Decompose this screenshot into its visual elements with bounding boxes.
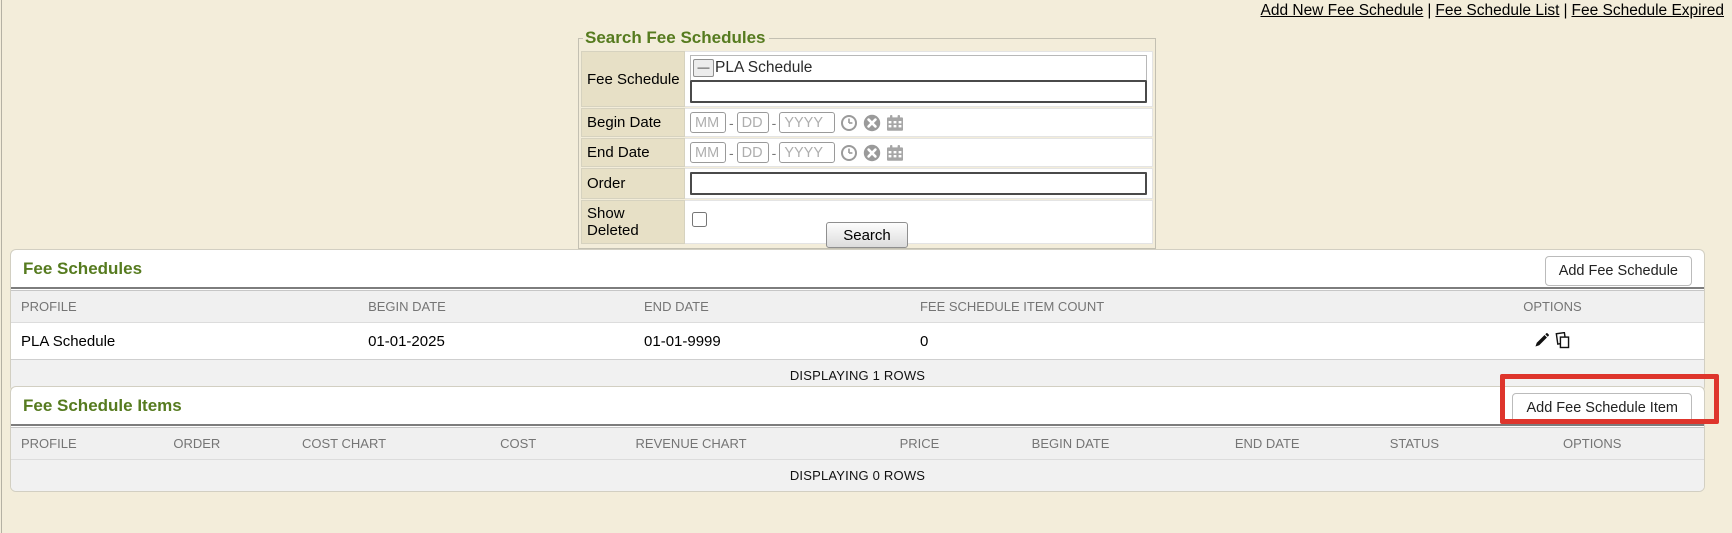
fee-schedule-field: — PLA Schedule (685, 51, 1153, 107)
calendar-icon[interactable] (886, 114, 904, 132)
cell-profile: PLA Schedule (11, 323, 358, 360)
clear-date-icon[interactable] (863, 114, 881, 132)
edit-pencil-icon[interactable] (1533, 332, 1551, 350)
col-status: STATUS (1348, 428, 1480, 460)
date-separator: - (729, 115, 734, 131)
link-separator: | (1563, 2, 1567, 19)
col-revenue-chart: REVENUE CHART (626, 428, 890, 460)
fee-schedules-panel: Fee Schedules Add Fee Schedule PROFILE B… (10, 249, 1705, 392)
cell-item-count: 0 (910, 323, 1401, 360)
fee-schedule-page: { "page": { "background": "#f3edda", "ac… (0, 0, 1732, 533)
begin-date-month-input[interactable] (690, 112, 726, 133)
clear-date-icon[interactable] (863, 144, 881, 162)
clock-icon[interactable] (840, 144, 858, 162)
fee-schedule-items-title: Fee Schedule Items (23, 396, 182, 416)
order-row: Order (581, 168, 1153, 199)
clock-icon[interactable] (840, 114, 858, 132)
fee-schedules-header-row: PROFILE BEGIN DATE END DATE FEE SCHEDULE… (11, 291, 1704, 323)
tree-collapse-button[interactable]: — (693, 59, 714, 77)
add-fee-schedule-button[interactable]: Add Fee Schedule (1545, 256, 1692, 286)
page-left-ruler (0, 0, 2, 533)
fee-schedules-header: Fee Schedules Add Fee Schedule (11, 250, 1704, 287)
fee-schedule-items-header: Fee Schedule Items Add Fee Schedule Item (11, 387, 1704, 424)
begin-date-year-input[interactable] (779, 112, 835, 133)
col-cost-chart: COST CHART (292, 428, 490, 460)
fee-schedule-items-panel: Fee Schedule Items Add Fee Schedule Item… (10, 386, 1705, 492)
end-date-day-input[interactable] (737, 142, 769, 163)
col-profile: PROFILE (11, 428, 163, 460)
fee-schedule-list-link[interactable]: Fee Schedule List (1435, 2, 1559, 19)
add-new-fee-schedule-link[interactable]: Add New Fee Schedule (1260, 2, 1423, 19)
fee-schedule-table-row: PLA Schedule 01-01-2025 01-01-9999 0 (11, 323, 1704, 360)
link-separator: | (1427, 2, 1431, 19)
col-cost: COST (490, 428, 625, 460)
date-separator: - (772, 145, 777, 161)
fee-schedules-title: Fee Schedules (23, 259, 142, 279)
col-price: PRICE (890, 428, 1022, 460)
col-order: ORDER (163, 428, 292, 460)
fee-schedule-tree: — PLA Schedule (690, 55, 1147, 80)
fee-schedule-items-footer-row: DISPLAYING 0 ROWS (11, 460, 1704, 492)
fee-schedule-row: Fee Schedule — PLA Schedule (581, 51, 1153, 107)
fee-schedules-table: PROFILE BEGIN DATE END DATE FEE SCHEDULE… (11, 291, 1704, 391)
copy-icon[interactable] (1554, 332, 1572, 350)
end-date-year-input[interactable] (779, 142, 835, 163)
end-date-month-input[interactable] (690, 142, 726, 163)
fee-schedule-items-row-count: DISPLAYING 0 ROWS (11, 460, 1704, 492)
col-end-date: END DATE (634, 291, 910, 323)
begin-date-label: Begin Date (581, 108, 685, 137)
order-input[interactable] (690, 172, 1147, 195)
fee-schedule-items-header-row: PROFILE ORDER COST CHART COST REVENUE CH… (11, 428, 1704, 460)
begin-date-row: Begin Date - - (581, 108, 1153, 137)
begin-date-day-input[interactable] (737, 112, 769, 133)
order-field (685, 168, 1153, 199)
end-date-field: - - (685, 138, 1153, 167)
col-profile: PROFILE (11, 291, 358, 323)
col-item-count: FEE SCHEDULE ITEM COUNT (910, 291, 1401, 323)
begin-date-field: - - (685, 108, 1153, 137)
col-options: OPTIONS (1480, 428, 1704, 460)
col-options: OPTIONS (1401, 291, 1704, 323)
cell-options (1401, 323, 1704, 360)
end-date-label: End Date (581, 138, 685, 167)
tree-item-pla-schedule[interactable]: PLA Schedule (715, 59, 812, 77)
add-fee-schedule-item-button[interactable]: Add Fee Schedule Item (1512, 393, 1692, 423)
end-date-row: End Date - - (581, 138, 1153, 167)
search-fee-schedules-form: Search Fee Schedules Fee Schedule — PLA … (578, 28, 1156, 249)
order-label: Order (581, 168, 685, 199)
date-separator: - (772, 115, 777, 131)
col-begin-date: BEGIN DATE (358, 291, 634, 323)
cell-end-date: 01-01-9999 (634, 323, 910, 360)
fee-schedule-label: Fee Schedule (581, 51, 685, 107)
col-begin-date: BEGIN DATE (1022, 428, 1225, 460)
search-button-container: Search (578, 222, 1156, 248)
search-form-table: Fee Schedule — PLA Schedule Begin Date -… (581, 50, 1153, 245)
cell-begin-date: 01-01-2025 (358, 323, 634, 360)
col-end-date: END DATE (1225, 428, 1349, 460)
search-button[interactable]: Search (826, 222, 908, 248)
fee-schedule-items-table: PROFILE ORDER COST CHART COST REVENUE CH… (11, 428, 1704, 491)
calendar-icon[interactable] (886, 144, 904, 162)
fee-schedule-expired-link[interactable]: Fee Schedule Expired (1571, 2, 1724, 19)
fee-schedule-input[interactable] (690, 80, 1147, 103)
date-separator: - (729, 145, 734, 161)
top-nav-links: Add New Fee Schedule|Fee Schedule List|F… (1260, 2, 1724, 20)
search-form-title: Search Fee Schedules (583, 28, 769, 48)
